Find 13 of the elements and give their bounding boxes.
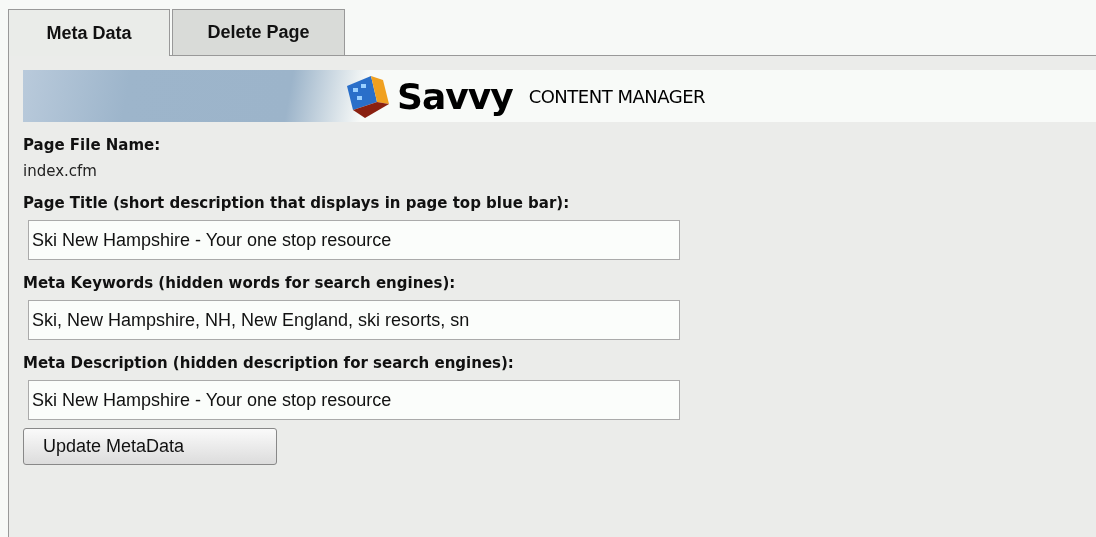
field-label: Page Title (short description that displays in page top blue bar): xyxy=(23,193,571,212)
tab[interactable]: Meta Data xyxy=(8,9,170,56)
update-button[interactable]: Update MetaData xyxy=(23,428,277,465)
file-name: index.cfm xyxy=(23,162,98,180)
input-field[interactable]: Ski, New Hampshire, NH, New England, ski resorts, sn xyxy=(28,300,680,340)
field-label: Page File Name: xyxy=(23,135,162,154)
product-name: CONTENT MANAGER xyxy=(528,85,705,107)
field-label: Meta Keywords (hidden words for search engines): xyxy=(23,273,457,292)
input-field[interactable]: Ski New Hampshire - Your one stop resource xyxy=(28,380,680,420)
input-field[interactable]: Ski New Hampshire - Your one stop resource xyxy=(28,220,680,260)
tab[interactable]: Delete Page xyxy=(172,9,345,55)
brand-name: Savvy xyxy=(397,75,513,117)
field-label: Meta Description (hidden description for search engines): xyxy=(23,353,515,372)
